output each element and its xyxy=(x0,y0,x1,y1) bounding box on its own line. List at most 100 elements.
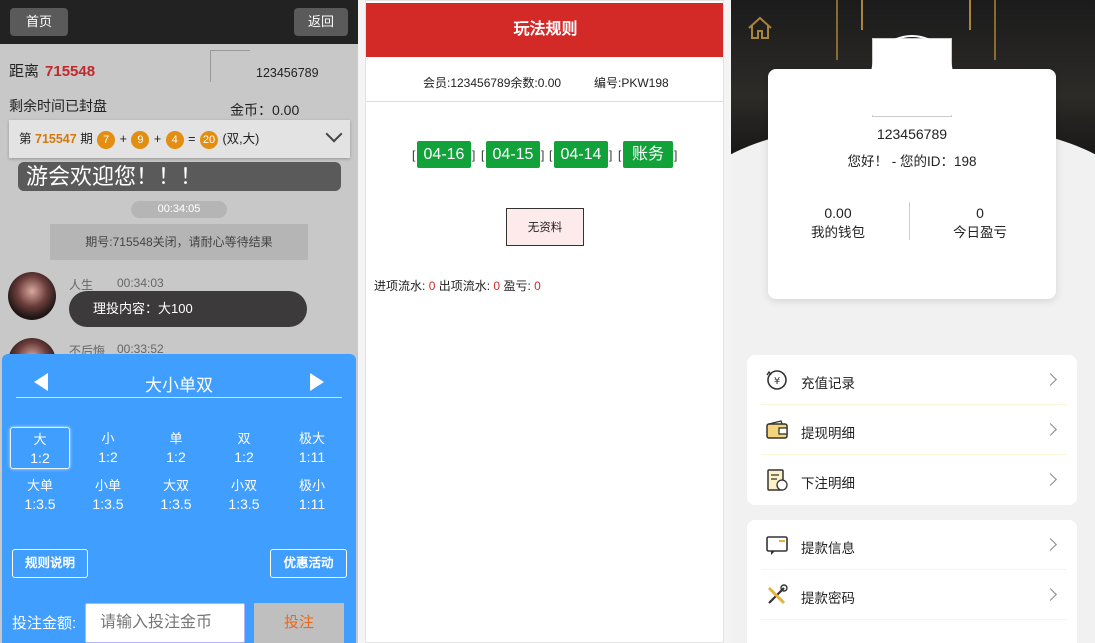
greeting: 您好！ - 您的ID：198 xyxy=(847,154,977,169)
bet-option[interactable]: 小 1:2 xyxy=(78,427,138,469)
member-code: 编号:PKW198 xyxy=(594,76,669,90)
bet-option[interactable]: 极小 1:11 xyxy=(282,474,342,516)
menu-item-label: 提款密码 xyxy=(801,591,855,606)
lobby-panel: 首页 返回 距离 715548 剩余时间已封盘 123456789 金币：0.00… xyxy=(0,0,358,643)
date-tab[interactable]: 04-14 xyxy=(554,141,608,168)
bet-panel: 大小单双 大 1:2 小 1:2 单 1:2 双 1:2 极大 1:11 大单 … xyxy=(2,354,356,643)
message-time: 00:34:03 xyxy=(117,276,164,290)
option-name: 小 xyxy=(101,431,115,446)
bet-record-icon xyxy=(767,469,788,491)
option-name: 小单 xyxy=(94,478,121,493)
wallet-stat[interactable]: 0.00 我的钱包 xyxy=(768,203,908,243)
next-type-icon[interactable] xyxy=(310,373,324,391)
chevron-right-icon xyxy=(1044,588,1057,601)
date-tab[interactable]: 04-15 xyxy=(486,141,540,168)
bet-option[interactable]: 小双 1:3.5 xyxy=(214,474,274,516)
bet-option[interactable]: 大单 1:3.5 xyxy=(10,474,70,516)
menu-item-recharge-records[interactable]: ¥ 充值记录 xyxy=(747,355,1077,405)
bet-option[interactable]: 大 1:2 xyxy=(10,427,70,469)
chat-time: 00:34:05 xyxy=(131,201,227,218)
coin-balance: 金币：0.00 xyxy=(230,102,300,118)
welcome-marquee: 游会欢迎您！！！ xyxy=(18,162,341,191)
option-name: 大单 xyxy=(26,478,53,493)
profit-label: 盈亏: xyxy=(503,279,531,293)
distance-label: 距离 xyxy=(9,63,40,80)
home-button[interactable]: 首页 xyxy=(10,8,68,36)
bracket: [ xyxy=(412,148,416,162)
flow-summary: 进项流水: 0 出项流水: 0 盈亏: 0 xyxy=(374,277,541,294)
message-bubble: 理投内容：大100 xyxy=(69,291,307,327)
bet-option[interactable]: 单 1:2 xyxy=(146,427,206,469)
account-tab[interactable]: 账务 xyxy=(623,141,673,168)
bet-option[interactable]: 大双 1:3.5 xyxy=(146,474,206,516)
bet-amount-input[interactable] xyxy=(85,603,245,643)
close-notice: 期号:715548关闭，请耐心等待结果 xyxy=(50,224,308,260)
records-menu: ¥ 充值记录 提现明细 下注明细 xyxy=(747,355,1077,505)
profile-panel: 123456789 您好！ - 您的ID：198 0.00 我的钱包 0 今日盈… xyxy=(731,0,1095,643)
menu-item-label: 充值记录 xyxy=(801,376,855,391)
option-odds: 1:2 xyxy=(98,449,118,465)
username: 123456789 xyxy=(876,126,948,142)
svg-text:¥: ¥ xyxy=(774,376,780,387)
bracket: ] xyxy=(674,148,678,162)
out-flow-value: 0 xyxy=(493,279,501,293)
menu-item-withdraw-info[interactable]: 提款信息 xyxy=(747,520,1077,570)
result-prefix: 第 xyxy=(19,132,32,146)
account-menu: 提款信息 提款密码 xyxy=(747,520,1077,643)
submit-bet-button[interactable]: 投注 xyxy=(254,603,344,643)
out-flow-label: 出项流水: xyxy=(438,279,491,293)
option-odds: 1:11 xyxy=(298,449,326,465)
member-balance: 会员:123456789余数:0.00 xyxy=(423,76,562,90)
result-sum: 20 xyxy=(199,130,218,149)
result-ball: 7 xyxy=(97,130,116,149)
profit-value: 0 xyxy=(534,279,541,293)
wallet-label: 我的钱包 xyxy=(811,225,865,240)
in-flow-label: 进项流水: xyxy=(374,279,426,293)
option-odds: 1:3.5 xyxy=(160,496,192,512)
rules-button[interactable]: 规则说明 xyxy=(12,549,88,578)
menu-item-withdraw-details[interactable]: 提现明细 xyxy=(747,405,1077,455)
result-ball: 4 xyxy=(165,130,184,149)
option-odds: 1:11 xyxy=(298,496,326,512)
result-tag: (双,大) xyxy=(222,132,260,146)
bracket: [ xyxy=(481,148,485,162)
option-name: 小双 xyxy=(230,478,257,493)
rules-panel: 玩法规则 会员:123456789余数:0.00 编号:PKW198 [ 04-… xyxy=(365,0,724,643)
bet-option[interactable]: 小单 1:3.5 xyxy=(78,474,138,516)
result-suffix: 期 xyxy=(80,132,93,146)
menu-item-bet-details[interactable]: 下注明细 xyxy=(747,455,1077,505)
bet-type-title: 大小单双 xyxy=(145,376,213,395)
wallet-icon xyxy=(766,420,788,439)
result-ball: 9 xyxy=(131,130,150,149)
tools-icon xyxy=(767,584,788,605)
wallet-value: 0.00 xyxy=(824,205,852,221)
last-result-bar[interactable]: 第 715547 期 7 + 9 + 4 = 20 (双,大) xyxy=(9,120,350,158)
top-bar: 首页 返回 xyxy=(0,0,358,44)
menu-item-withdraw-password[interactable]: 提款密码 xyxy=(747,570,1077,620)
distance-text: 距离 715548 xyxy=(9,60,95,81)
bet-option[interactable]: 双 1:2 xyxy=(214,427,274,469)
avatar xyxy=(8,272,56,320)
bet-option[interactable]: 极大 1:11 xyxy=(282,427,342,469)
chevron-down-icon[interactable] xyxy=(325,125,343,143)
today-profit-label: 今日盈亏 xyxy=(953,225,1007,240)
today-profit-stat[interactable]: 0 今日盈亏 xyxy=(910,203,1050,243)
chevron-right-icon xyxy=(1044,538,1057,551)
promo-button[interactable]: 优惠活动 xyxy=(270,549,347,578)
divider xyxy=(761,619,1067,620)
option-odds: 1:3.5 xyxy=(24,496,56,512)
chevron-right-icon xyxy=(1044,423,1057,436)
back-button[interactable]: 返回 xyxy=(294,8,348,36)
bracket: ] xyxy=(541,148,545,162)
avatar xyxy=(210,50,250,82)
date-tab[interactable]: 04-16 xyxy=(417,141,471,168)
option-name: 单 xyxy=(169,431,183,446)
chevron-right-icon xyxy=(1044,373,1057,386)
home-icon[interactable] xyxy=(747,16,773,40)
menu-item-label: 提现明细 xyxy=(801,426,855,441)
bracket: ] xyxy=(472,148,476,162)
avatar-ring xyxy=(871,35,953,115)
option-name: 极大 xyxy=(298,431,325,446)
distance-issue: 715548 xyxy=(45,63,96,80)
option-odds: 1:2 xyxy=(166,449,186,465)
